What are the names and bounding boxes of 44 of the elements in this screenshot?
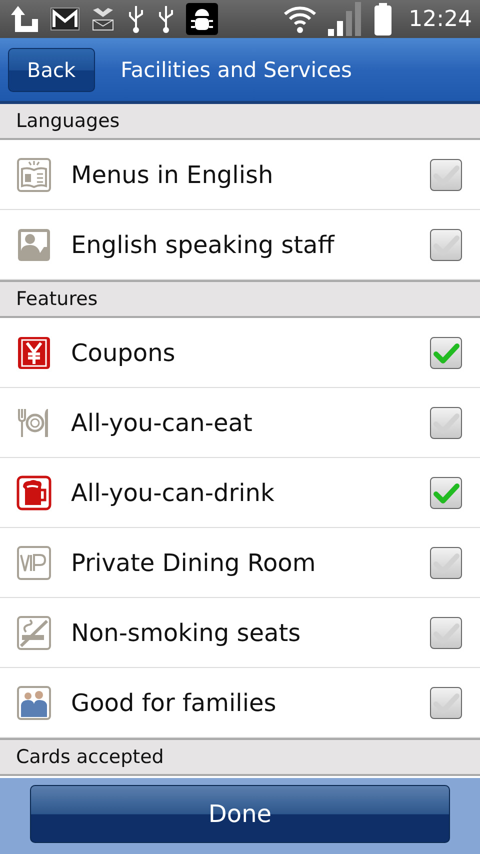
people-icon	[16, 684, 52, 720]
list-item[interactable]: Menus in English	[0, 140, 480, 210]
envelope-icon	[90, 6, 116, 32]
item-label: Coupons	[71, 338, 176, 366]
item-label: Menus in English	[71, 160, 274, 188]
checkbox[interactable]	[430, 686, 462, 718]
section-title: Features	[16, 288, 98, 310]
item-label: English speaking staff	[71, 230, 336, 258]
list-item[interactable]: All-you-can-eat	[0, 388, 480, 458]
battery-icon	[372, 2, 393, 36]
usb-icon	[156, 4, 176, 34]
yen-icon	[16, 334, 52, 370]
list-item[interactable]: Private Dining Room	[0, 528, 480, 598]
usb-icon	[126, 4, 146, 34]
item-label: Non-smoking seats	[71, 618, 302, 646]
checkbox[interactable]	[430, 228, 462, 260]
item-label: Good for families	[71, 688, 278, 716]
item-label: All-you-can-eat	[71, 408, 254, 436]
screen-title: Facilities and Services	[120, 58, 352, 82]
list-item[interactable]: Coupons	[0, 318, 480, 388]
clock: 12:24	[408, 6, 472, 32]
section-title: Languages	[16, 110, 120, 132]
signal-icon	[326, 1, 363, 37]
list-item[interactable]: Non-smoking seats	[0, 598, 480, 668]
item-label: All-you-can-drink	[71, 478, 276, 506]
upload-icon	[10, 4, 40, 34]
done-button[interactable]: Done	[30, 785, 450, 843]
list-item[interactable]: All-you-can-drink	[0, 458, 480, 528]
bug-icon	[186, 3, 218, 35]
section-title: Cards accepted	[16, 746, 164, 768]
mail-icon	[50, 7, 80, 31]
checkbox[interactable]	[430, 476, 462, 508]
checkbox[interactable]	[430, 336, 462, 368]
checkbox[interactable]	[430, 406, 462, 438]
checkbox[interactable]	[430, 158, 462, 190]
item-label: Private Dining Room	[71, 548, 317, 576]
beer-mug-icon	[16, 474, 52, 510]
book-icon	[16, 156, 52, 192]
checkbox[interactable]	[430, 616, 462, 648]
checkbox[interactable]	[430, 546, 462, 578]
back-button[interactable]: Back	[8, 48, 95, 92]
vip-icon	[16, 544, 52, 580]
no-smoking-icon	[16, 614, 52, 650]
wifi-icon	[282, 4, 317, 34]
